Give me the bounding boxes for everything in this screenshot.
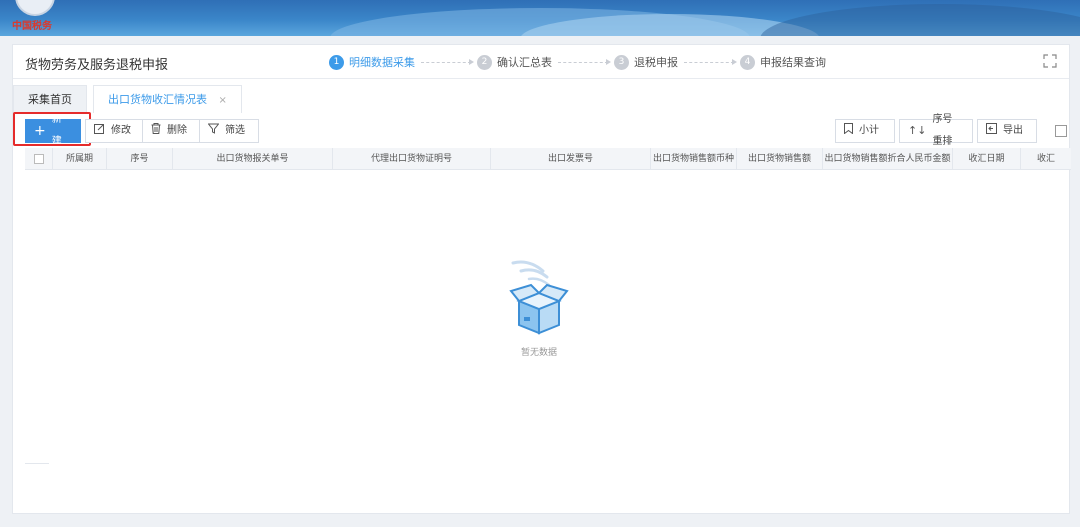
column-header[interactable]: 出口货物销售额币种 [651, 148, 737, 170]
tab-label: 采集首页 [28, 93, 72, 106]
step-progress: 1 明细数据采集 2 确认汇总表 3 退税申报 4 申报结果查询 [329, 54, 826, 70]
column-header[interactable]: 所属期 [53, 148, 107, 170]
banner-mountain [760, 4, 1080, 36]
button-label: 修改 [111, 125, 131, 136]
button-label: 导出 [1003, 125, 1023, 136]
step-label: 申报结果查询 [760, 56, 826, 69]
fullscreen-icon[interactable] [1043, 54, 1057, 68]
empty-state-text: 暂无数据 [520, 348, 557, 358]
main-panel: 货物劳务及服务退税申报 1 明细数据采集 2 确认汇总表 3 退税申报 4 申报… [12, 44, 1071, 514]
highlight-box [13, 112, 91, 146]
step-label: 确认汇总表 [497, 56, 552, 69]
select-all-checkbox[interactable] [33, 154, 44, 164]
tab-bar: 采集首页 出口货物收汇情况表 × [13, 85, 248, 113]
empty-box-icon [499, 257, 579, 341]
brand-text: 中国税务 [12, 21, 52, 32]
emblem-icon [15, 0, 55, 16]
column-settings-icon[interactable] [1055, 125, 1067, 137]
column-header[interactable]: 序号 [107, 148, 173, 170]
empty-state: 暂无数据 [499, 257, 579, 358]
sort-icon: ↑↓ [908, 124, 927, 137]
step-2[interactable]: 2 确认汇总表 [477, 54, 552, 70]
button-label: 序号重排 [932, 114, 953, 147]
step-label: 明细数据采集 [349, 56, 415, 69]
filter-icon [207, 120, 220, 142]
edit-button[interactable]: 修改 [85, 119, 143, 143]
toolbar: + 新建 修改 删除 筛选 小计 ↑↓ 序号重排 导出 [13, 112, 1071, 147]
button-label: 删除 [167, 125, 187, 136]
divider [25, 463, 49, 464]
step-number: 3 [614, 54, 629, 70]
export-button[interactable]: 导出 [977, 119, 1037, 143]
panel-header: 货物劳务及服务退税申报 1 明细数据采集 2 确认汇总表 3 退税申报 4 申报… [13, 45, 1069, 79]
column-header[interactable]: 收汇日期 [953, 148, 1021, 170]
top-banner: 中国税务 [0, 0, 1080, 36]
trash-icon [151, 120, 161, 142]
bookmark-icon [844, 120, 853, 142]
button-label: 筛选 [225, 125, 245, 136]
column-header[interactable]: 出口货物报关单号 [173, 148, 333, 170]
reorder-button[interactable]: ↑↓ 序号重排 [899, 114, 973, 147]
step-3[interactable]: 3 退税申报 [614, 54, 678, 70]
step-connector [558, 58, 611, 65]
export-icon [986, 120, 997, 142]
filter-button[interactable]: 筛选 [199, 119, 259, 143]
tax-logo: 中国税务 [12, 0, 58, 34]
button-label: 小计 [859, 125, 879, 136]
edit-icon [94, 120, 105, 142]
step-connector [421, 58, 474, 65]
table-header: 所属期 序号 出口货物报关单号 代理出口货物证明号 出口发票号 出口货物销售额币… [25, 148, 1071, 170]
column-header[interactable]: 出口发票号 [491, 148, 651, 170]
close-icon[interactable]: × [219, 95, 227, 106]
step-number: 4 [740, 54, 755, 70]
column-header[interactable]: 出口货物销售额 [737, 148, 823, 170]
step-number: 1 [329, 54, 344, 70]
step-connector [684, 58, 737, 65]
step-4[interactable]: 4 申报结果查询 [740, 54, 826, 70]
tab-home[interactable]: 采集首页 [13, 85, 87, 113]
step-label: 退税申报 [634, 56, 678, 69]
step-number: 2 [477, 54, 492, 70]
step-1[interactable]: 1 明细数据采集 [329, 54, 415, 70]
column-header[interactable]: 收汇 [1021, 148, 1071, 170]
subtotal-button[interactable]: 小计 [835, 119, 895, 143]
page-title: 货物劳务及服务退税申报 [25, 58, 169, 73]
tab-label: 出口货物收汇情况表 [108, 93, 207, 106]
delete-button[interactable]: 删除 [142, 119, 200, 143]
select-all-cell [25, 148, 53, 170]
tab-export-receipts[interactable]: 出口货物收汇情况表 × [93, 85, 242, 113]
column-header[interactable]: 代理出口货物证明号 [333, 148, 491, 170]
column-header[interactable]: 出口货物销售额折合人民币金额 [823, 148, 953, 170]
